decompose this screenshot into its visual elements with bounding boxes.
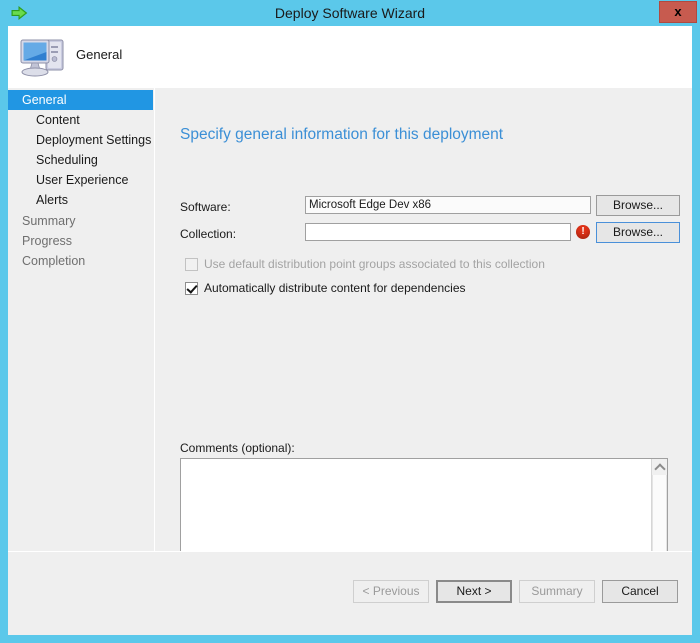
header-title: General [76, 47, 123, 62]
next-button[interactable]: Next > [436, 580, 512, 603]
computer-icon [16, 32, 74, 82]
sidebar-item-progress: Progress [22, 234, 73, 248]
wizard-footer: < Previous Next > Summary Cancel [8, 552, 692, 635]
software-input[interactable] [305, 196, 591, 214]
cancel-button[interactable]: Cancel [602, 580, 678, 603]
sidebar-item-user-experience[interactable]: User Experience [36, 170, 128, 190]
auto-distribute-dependencies-checkbox[interactable] [185, 282, 198, 295]
sidebar-item-summary: Summary [22, 214, 76, 228]
sidebar-item-deployment-settings[interactable]: Deployment Settings [36, 130, 151, 150]
sidebar-item-content[interactable]: Content [36, 110, 80, 130]
window-title: Deploy Software Wizard [274, 5, 426, 21]
title-bar: Deploy Software Wizard x [0, 0, 700, 26]
use-default-dp-groups-label: Use default distribution point groups as… [204, 257, 545, 271]
page-title: Specify general information for this dep… [180, 126, 504, 143]
collection-label: Collection: [180, 227, 237, 241]
close-icon: x [674, 4, 682, 19]
comments-label: Comments (optional): [180, 441, 295, 455]
previous-button: < Previous [353, 580, 429, 603]
sidebar-item-scheduling[interactable]: Scheduling [36, 150, 98, 170]
close-button[interactable]: x [659, 1, 697, 23]
sidebar-item-completion: Completion [22, 254, 86, 268]
sidebar-item-general[interactable]: General [8, 90, 153, 110]
collection-input[interactable] [305, 223, 571, 241]
collection-browse-button[interactable]: Browse... [596, 222, 680, 243]
error-exclamation-icon [576, 225, 590, 239]
software-label: Software: [180, 200, 231, 214]
deploy-software-wizard-window: Deploy Software Wizard x General General… [0, 0, 700, 643]
auto-distribute-dependencies-label: Automatically distribute content for dep… [204, 281, 466, 295]
summary-button: Summary [519, 580, 595, 603]
wizard-header: General [8, 26, 692, 88]
software-browse-button[interactable]: Browse... [596, 195, 680, 216]
sidebar-item-alerts[interactable]: Alerts [36, 190, 68, 210]
use-default-dp-groups-checkbox [185, 258, 198, 271]
chevron-up-icon[interactable] [652, 459, 667, 475]
dialog-frame: General General Content Deployment Setti… [8, 26, 692, 635]
